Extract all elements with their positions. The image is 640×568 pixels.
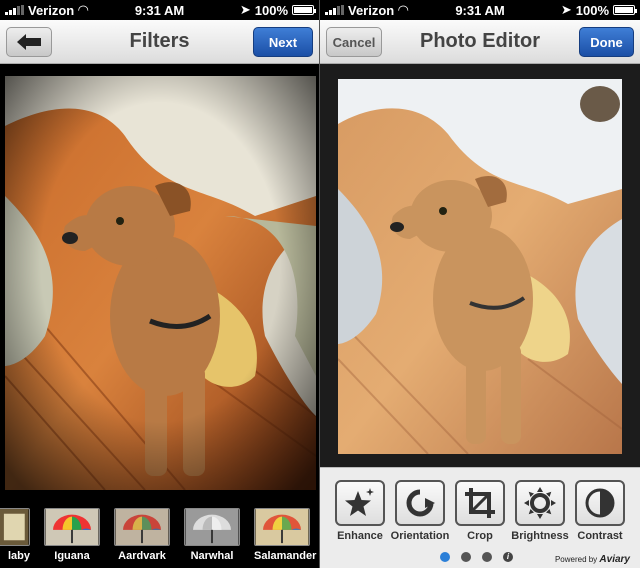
page-title: Photo Editor [420, 30, 540, 52]
battery-percent: 100% [254, 2, 288, 18]
nav-bar: Cancel Photo Editor Done [320, 20, 640, 64]
battery-percent: 100% [575, 2, 609, 18]
tool-label: Crop [467, 530, 493, 542]
carrier-label: Verizon [28, 2, 75, 18]
filter-thumbnail [254, 508, 310, 546]
filter-label: Salamander [254, 550, 317, 562]
filter-label: Iguana [54, 550, 90, 562]
wifi-icon: ◠ [78, 2, 89, 17]
back-arrow-icon [17, 34, 41, 50]
wifi-icon: ◠ [398, 2, 409, 17]
contrast-tool[interactable]: Contrast [570, 480, 630, 542]
crop-tool-box [455, 480, 505, 526]
location-icon: ➤ [560, 2, 572, 17]
filter-item[interactable]: Iguana [44, 508, 100, 562]
rotate-icon [406, 489, 435, 517]
tool-label: Contrast [577, 530, 623, 542]
sparkle-star-icon [345, 488, 374, 516]
page-dot[interactable] [461, 552, 471, 562]
filter-label: Aardvark [118, 550, 166, 562]
filters-screen: Verizon ◠ 9:31 AM ➤ 100% Filters Next la… [0, 0, 319, 568]
battery-icon [613, 5, 637, 15]
enhance-tool[interactable]: Enhance [330, 480, 390, 542]
done-button[interactable]: Done [579, 27, 634, 57]
page-title: Filters [129, 30, 190, 52]
page-indicator: i [440, 552, 513, 562]
location-icon: ➤ [239, 2, 251, 17]
orientation-tool-box [395, 480, 445, 526]
next-button[interactable]: Next [253, 27, 313, 57]
brightness-tool-box [515, 480, 565, 526]
page-dot[interactable] [440, 552, 450, 562]
tool-label: Orientation [390, 530, 450, 542]
editor-photo [338, 79, 622, 454]
editor-toolbar: Enhance Orientation Crop Brightness Cont… [320, 467, 640, 568]
filter-thumbnail [184, 508, 240, 546]
contrast-icon [585, 488, 615, 518]
filter-thumbnail [44, 508, 100, 546]
tool-label: Brightness [511, 530, 569, 542]
filter-label: laby [7, 550, 30, 562]
filter-item[interactable]: Salamander [254, 508, 317, 562]
filter-item[interactable]: Aardvark [114, 508, 170, 562]
filter-item[interactable]: Narwhal [184, 508, 240, 562]
crop-tool[interactable]: Crop [450, 480, 510, 542]
signal-icon [5, 5, 24, 15]
aviary-logo: Aviary [599, 554, 630, 565]
powered-by-text: Powered by [554, 555, 598, 564]
nav-bar: Filters Next [0, 20, 319, 64]
carrier-label: Verizon [348, 2, 395, 18]
cancel-button[interactable]: Cancel [326, 27, 382, 57]
brightness-tool[interactable]: Brightness [510, 480, 570, 542]
sun-icon [524, 487, 556, 519]
orientation-tool[interactable]: Orientation [390, 480, 450, 542]
tool-label: Enhance [337, 530, 383, 542]
crop-icon [465, 488, 495, 518]
battery-icon [292, 5, 316, 15]
info-icon[interactable]: i [503, 552, 513, 562]
filtered-photo [5, 76, 316, 490]
back-button[interactable] [6, 27, 52, 57]
filter-label: Narwhal [190, 550, 234, 562]
status-bar: Verizon ◠ 9:31 AM ➤ 100% [0, 0, 319, 20]
filter-thumbnail [114, 508, 170, 546]
filter-item[interactable]: laby [0, 508, 30, 562]
filter-strip: laby Iguana Aardvark Narwhal Salamander [0, 498, 319, 568]
page-dot[interactable] [482, 552, 492, 562]
signal-icon [325, 5, 344, 15]
enhance-tool-box [335, 480, 385, 526]
contrast-tool-box [575, 480, 625, 526]
photo-editor-screen: Verizon ◠ 9:31 AM ➤ 100% Cancel Photo Ed… [320, 0, 640, 568]
status-bar: Verizon ◠ 9:31 AM ➤ 100% [320, 0, 640, 20]
powered-by-label: Powered by Aviary [555, 554, 630, 565]
filter-thumbnail [0, 508, 30, 546]
